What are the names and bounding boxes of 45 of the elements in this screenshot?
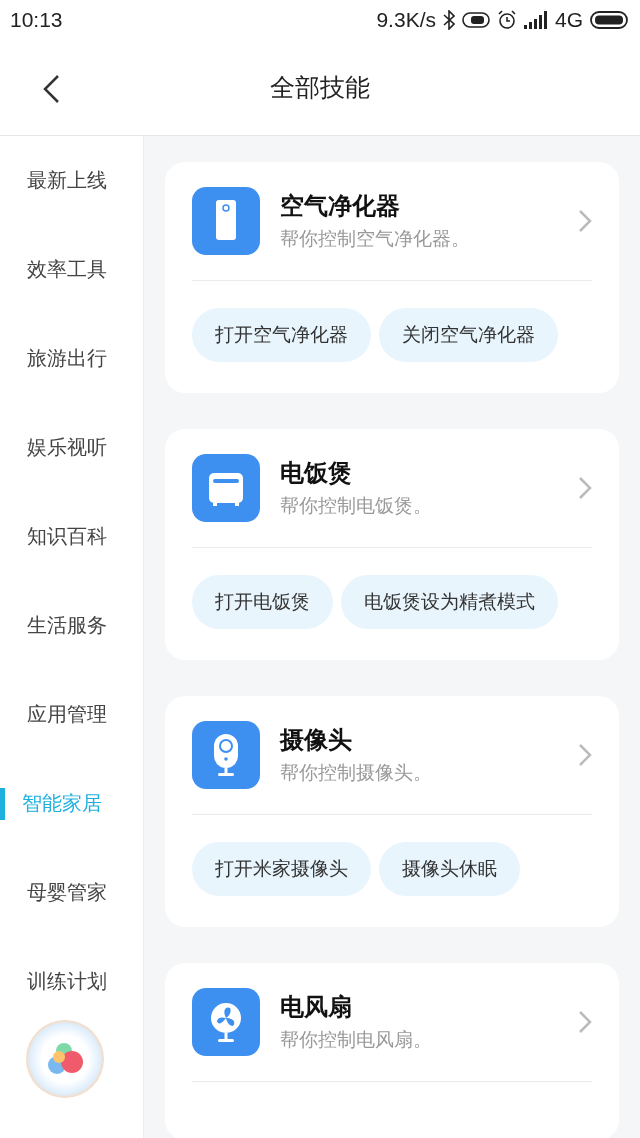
purifier-icon [192, 187, 260, 255]
status-time: 10:13 [10, 8, 63, 32]
command-chip[interactable]: 打开空气净化器 [192, 308, 371, 362]
skill-title: 空气净化器 [280, 191, 401, 222]
chevron-icon [578, 743, 592, 767]
category-tab[interactable]: 最新上线 [0, 166, 113, 198]
page-title: 全部技能 [270, 72, 370, 104]
skill-description: 帮你控制空气净化器。 [280, 226, 471, 251]
chevron-icon [578, 476, 592, 500]
bluetooth-icon [443, 10, 455, 30]
category-tab[interactable]: 母婴管家 [0, 878, 113, 910]
network-type: 4G [555, 8, 583, 32]
category-tab[interactable]: 训练计划 [0, 967, 113, 999]
chevron-icon [578, 209, 592, 233]
command-chip[interactable]: 摄像头休眠 [379, 842, 520, 896]
category-tab[interactable]: 生活服务 [0, 611, 113, 643]
skill-card[interactable]: 空气净化器 帮你控制空气净化器。 打开空气净化器 关闭空气净化器 [165, 162, 619, 393]
camera-icon [192, 721, 260, 789]
category-tab[interactable]: 效率工具 [0, 255, 113, 287]
skill-card[interactable]: 电饭煲 帮你控制电饭煲。 打开电饭煲 电饭煲设为精煮模式 [165, 429, 619, 660]
assistant-orb-icon[interactable] [25, 1019, 105, 1099]
network-speed: 9.3K/s [376, 8, 436, 32]
command-chip[interactable]: 电饭煲设为精煮模式 [341, 575, 558, 629]
category-tab[interactable]: 知识百科 [0, 522, 113, 554]
chevron-icon [578, 1010, 592, 1034]
skill-title: 摄像头 [280, 725, 353, 756]
skill-title: 电饭煲 [280, 458, 353, 489]
skill-description: 帮你控制摄像头。 [280, 760, 433, 785]
skill-description: 帮你控制电风扇。 [280, 1027, 433, 1052]
skill-card[interactable]: 摄像头 帮你控制摄像头。 打开米家摄像头 摄像头休眠 [165, 696, 619, 927]
skill-description: 帮你控制电饭煲。 [280, 493, 433, 518]
toggle-icon [462, 12, 490, 28]
fan-icon [192, 988, 260, 1056]
skill-title: 电风扇 [280, 992, 353, 1023]
command-chip[interactable]: 关闭空气净化器 [379, 308, 558, 362]
cooker-icon [192, 454, 260, 522]
command-chip[interactable]: 打开电饭煲 [192, 575, 333, 629]
category-tab[interactable]: 应用管理 [0, 700, 113, 732]
skill-card[interactable]: 电风扇 帮你控制电风扇。 [165, 963, 619, 1138]
command-chip[interactable]: 打开米家摄像头 [192, 842, 371, 896]
battery-icon [590, 11, 628, 29]
category-tab[interactable]: 娱乐视听 [0, 433, 113, 465]
signal-icon [524, 11, 548, 29]
alarm-icon [497, 10, 517, 30]
category-tab[interactable]: 旅游出行 [0, 344, 113, 376]
